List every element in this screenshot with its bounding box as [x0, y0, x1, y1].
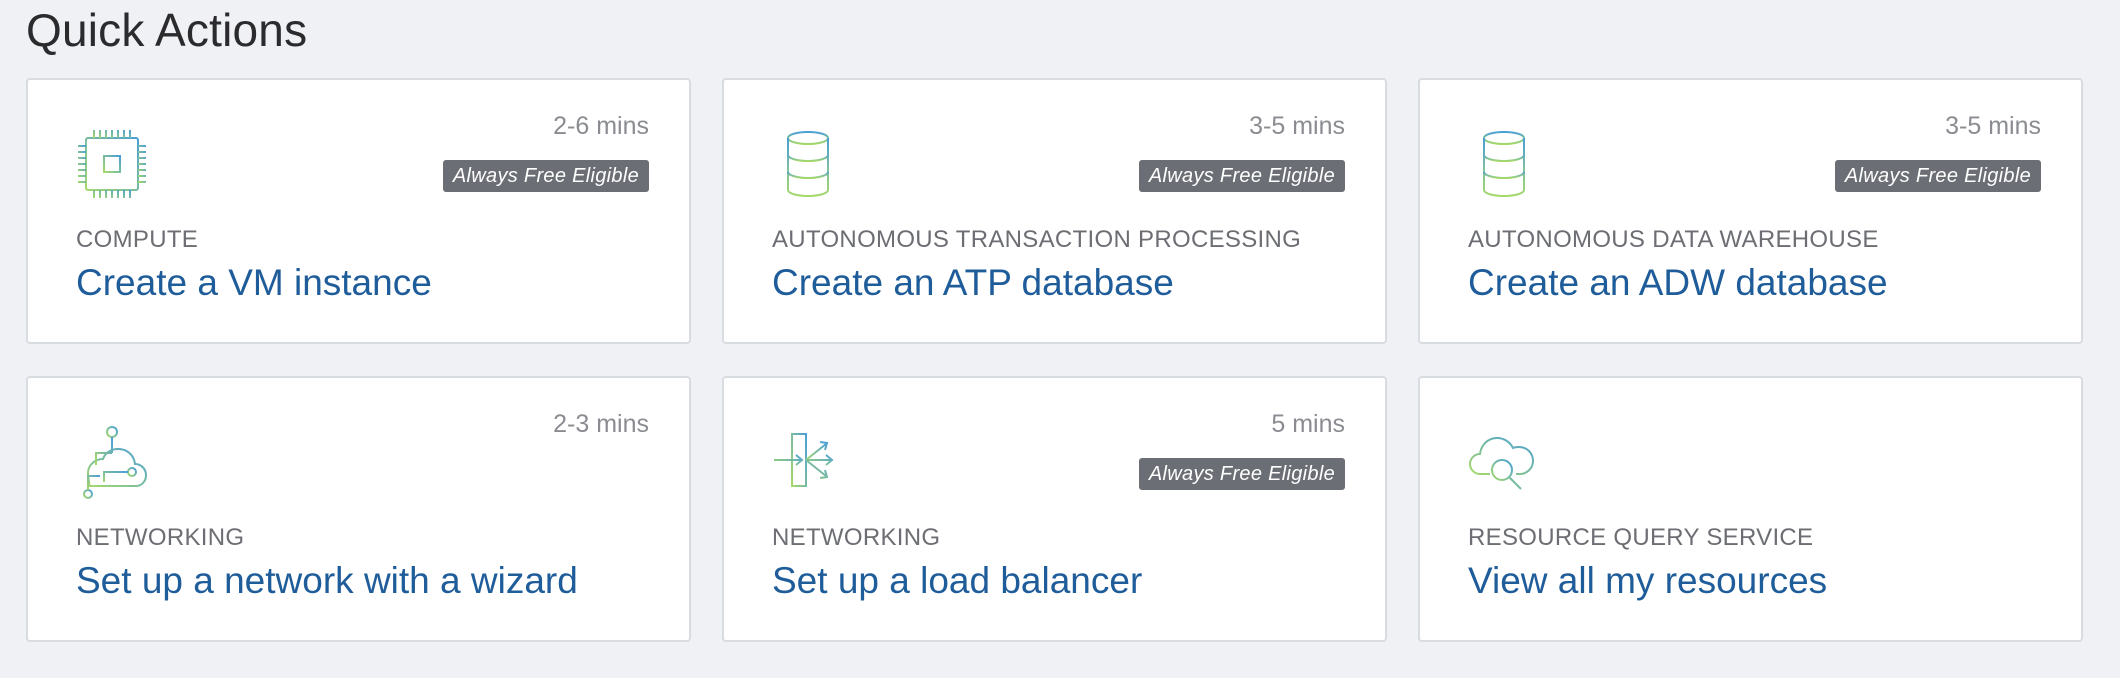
- create-atp-database-link[interactable]: Create an ATP database: [772, 260, 1174, 306]
- always-free-badge: Always Free Eligible: [1834, 160, 2041, 192]
- always-free-badge: Always Free Eligible: [1138, 458, 1345, 490]
- time-estimate: 2-6 mins: [553, 112, 649, 140]
- card-network-wizard[interactable]: 2-3 mins NETWORKING Set up a network wit…: [26, 376, 691, 642]
- card-create-adw-database[interactable]: 3-5 mins Always Free Eligible AUTONOMOUS…: [1418, 78, 2083, 344]
- card-category: COMPUTE: [76, 226, 199, 253]
- card-category: NETWORKING: [76, 524, 245, 551]
- card-category: AUTONOMOUS TRANSACTION PROCESSING: [772, 226, 1302, 253]
- card-category: RESOURCE QUERY SERVICE: [1468, 524, 1814, 551]
- create-adw-database-link[interactable]: Create an ADW database: [1468, 260, 1888, 306]
- load-balancer-icon: [770, 424, 846, 500]
- card-category: AUTONOMOUS DATA WAREHOUSE: [1468, 226, 1879, 253]
- database-icon: [1466, 126, 1542, 202]
- always-free-badge: Always Free Eligible: [1138, 160, 1345, 192]
- always-free-badge: Always Free Eligible: [442, 160, 649, 192]
- network-wizard-link[interactable]: Set up a network with a wizard: [76, 558, 578, 604]
- time-estimate: 5 mins: [1271, 410, 1345, 438]
- card-create-atp-database[interactable]: 3-5 mins Always Free Eligible AUTONOMOUS…: [722, 78, 1387, 344]
- create-vm-instance-link[interactable]: Create a VM instance: [76, 260, 432, 306]
- time-estimate: 3-5 mins: [1249, 112, 1345, 140]
- chip-icon: [74, 126, 150, 202]
- load-balancer-link[interactable]: Set up a load balancer: [772, 558, 1142, 604]
- cloud-network-icon: [74, 424, 150, 500]
- card-create-vm-instance[interactable]: 2-6 mins Always Free Eligible COMPUTE Cr…: [26, 78, 691, 344]
- section-title: Quick Actions: [26, 4, 308, 56]
- card-category: NETWORKING: [772, 524, 941, 551]
- card-view-resources[interactable]: RESOURCE QUERY SERVICE View all my resou…: [1418, 376, 2083, 642]
- card-load-balancer[interactable]: 5 mins Always Free Eligible NETWORKING S…: [722, 376, 1387, 642]
- database-icon: [770, 126, 846, 202]
- cloud-search-icon: [1466, 424, 1542, 500]
- time-estimate: 3-5 mins: [1945, 112, 2041, 140]
- view-all-resources-link[interactable]: View all my resources: [1468, 558, 1827, 604]
- time-estimate: 2-3 mins: [553, 410, 649, 438]
